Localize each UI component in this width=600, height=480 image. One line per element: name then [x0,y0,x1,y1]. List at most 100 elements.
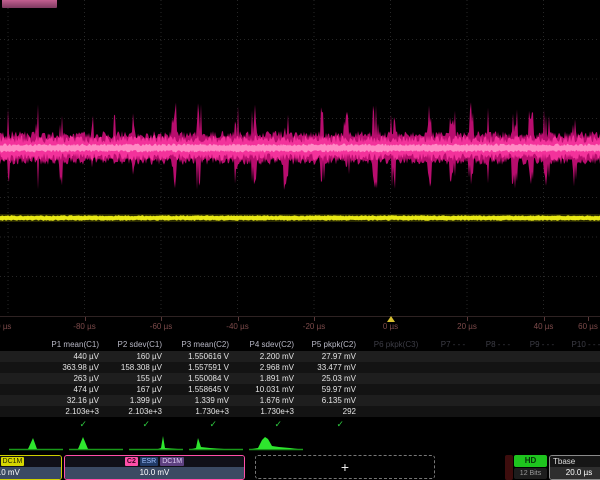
time-axis-label: 40 µs [534,322,554,331]
measure-status-check [564,417,600,431]
axis-tick [544,317,545,321]
plus-icon: + [341,459,349,475]
measure-value-row: 363.98 µV158.308 µV1.557591 V2.968 mV33.… [0,362,600,373]
measure-status-check [520,417,564,431]
trigger-time-marker[interactable] [387,316,395,322]
measure-table: P1 mean(C1)P2 sdev(C1)P3 mean(C2)P4 sdev… [0,339,600,431]
measure-value: 6.135 mV [300,395,362,406]
oscilloscope-screen: -100 µs-80 µs-60 µs-40 µs-20 µs0 µs20 µs… [0,0,600,480]
measure-value [476,362,520,373]
c2-esr-badge: ESR [140,457,158,466]
measure-col-header-p6[interactable]: P6 pkpk(C3) [362,339,430,351]
axis-tick [238,317,239,321]
time-axis-label: 60 µs [578,322,598,331]
measure-col-header-p5[interactable]: P5 pkpk(C2) [300,339,362,351]
measure-col-header-p2[interactable]: P2 sdev(C1) [105,339,168,351]
row-label-spacer [0,339,40,351]
trigger-descriptor-partial[interactable] [505,455,513,480]
hd-mode-indicator[interactable]: HD 12 Bits [514,455,547,479]
measure-value-row: 263 µV155 µV1.550084 V1.891 mV25.03 mV [0,373,600,384]
measure-value: 1.558645 V [168,384,235,395]
measure-value: 32.16 µV [40,395,105,406]
measure-value: 155 µV [105,373,168,384]
measure-value [430,351,476,362]
add-trace-button[interactable]: + [255,455,435,479]
measure-value: 2.200 mV [235,351,300,362]
measure-value: 2.968 mV [235,362,300,373]
c2-coupling-badge: DC1M [160,457,184,466]
timebase-descriptor[interactable]: Tbase 20.0 µs [549,455,600,480]
channel-c2-descriptor[interactable]: C2 ESR DC1M 10.0 mV [64,455,245,480]
channel-c1-descriptor[interactable]: C1 DC1M 10.0 mV [0,455,62,480]
measure-value [564,406,600,417]
measure-status-row: ✓✓✓✓✓ [0,417,600,431]
measure-value: 33.477 mV [300,362,362,373]
measure-value [430,384,476,395]
measure-value [520,362,564,373]
measure-value: 2.103e+3 [40,406,105,417]
histicon-p2[interactable] [68,434,124,453]
measure-value: 1.399 µV [105,395,168,406]
measure-col-header-p8[interactable]: P8 - - - [476,339,520,351]
measure-value [564,384,600,395]
time-axis: -100 µs-80 µs-60 µs-40 µs-20 µs0 µs20 µs… [0,316,600,336]
histicon-p3[interactable] [128,434,184,453]
c2-label-badge: C2 [125,457,138,466]
measure-value [362,362,430,373]
measure-value-row: 474 µV167 µV1.558645 V10.031 mV59.97 mV [0,384,600,395]
measure-value [520,395,564,406]
measure-value [564,395,600,406]
measure-value [430,406,476,417]
time-axis-label: 20 µs [457,322,477,331]
trace-status-badge [2,0,57,8]
row-label-spacer [0,406,40,417]
waveform-grid [0,0,600,316]
measure-col-header-p3[interactable]: P3 mean(C2) [168,339,235,351]
measure-value: 363.98 µV [40,362,105,373]
measure-value [476,406,520,417]
time-axis-label: -20 µs [303,322,325,331]
row-label-spacer [0,373,40,384]
histicon-shape [188,434,244,453]
measure-value: 25.03 mV [300,373,362,384]
measure-col-header-p4[interactable]: P4 sdev(C2) [235,339,300,351]
measure-value [520,384,564,395]
measure-value [520,351,564,362]
timebase-scale: 20.0 µs [550,467,600,479]
hd-badge: HD [514,455,547,467]
measure-value [362,373,430,384]
measure-value: 1.891 mV [235,373,300,384]
measure-value [430,395,476,406]
measure-value: 1.676 mV [235,395,300,406]
c1-coupling-badge: DC1M [1,457,25,466]
axis-tick [314,317,315,321]
histicon-p4[interactable] [188,434,244,453]
measure-col-header-p7[interactable]: P7 - - - [430,339,476,351]
histicon-p1[interactable] [8,434,64,453]
measure-value [430,362,476,373]
measure-header-row: P1 mean(C1)P2 sdev(C1)P3 mean(C2)P4 sdev… [0,339,600,351]
measure-value: 1.550616 V [168,351,235,362]
measure-value: 440 µV [40,351,105,362]
histicon-p5[interactable] [248,434,304,453]
measure-status-check [476,417,520,431]
measure-value: 2.103e+3 [105,406,168,417]
measure-col-header-p9[interactable]: P9 - - - [520,339,564,351]
axis-tick [161,317,162,321]
measure-value: 158.308 µV [105,362,168,373]
measure-value: 1.339 mV [168,395,235,406]
measure-value: 59.97 mV [300,384,362,395]
axis-tick [467,317,468,321]
row-label-spacer [0,362,40,373]
measure-value [362,395,430,406]
c2-vertical-scale: 10.0 mV [65,467,244,479]
histicon-shape [8,434,64,453]
measure-value-row: 440 µV160 µV1.550616 V2.200 mV27.97 mV [0,351,600,362]
row-label-spacer [0,417,40,431]
measure-col-header-p10[interactable]: P10 - - - [564,339,600,351]
measure-col-header-p1[interactable]: P1 mean(C1) [40,339,105,351]
measure-value [520,406,564,417]
histicon-shape [248,434,304,453]
measure-value: 1.557591 V [168,362,235,373]
time-axis-label: -100 µs [0,322,11,331]
